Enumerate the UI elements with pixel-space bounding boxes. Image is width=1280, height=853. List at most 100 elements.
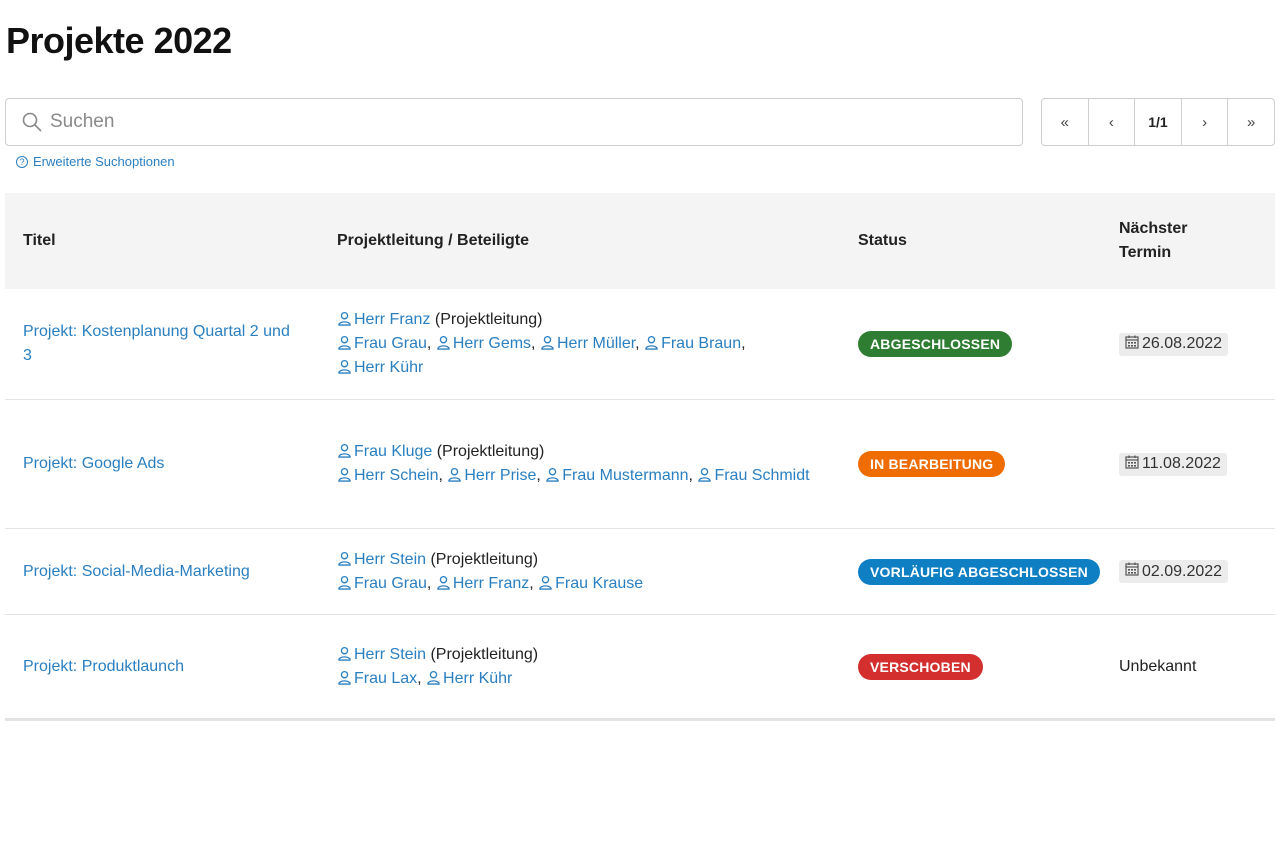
search-icon <box>22 112 42 132</box>
participant-name: Frau Krause <box>555 574 644 592</box>
cell-status: VERSCHOBEN <box>858 615 1108 718</box>
person-icon <box>337 551 354 568</box>
participant-name: Frau Lax <box>354 669 418 687</box>
participant-name: Frau Grau <box>354 335 427 352</box>
next-date: 11.08.2022 <box>1119 452 1227 476</box>
project-lead-suffix: (Projektleitung) <box>426 645 539 663</box>
person-icon <box>436 575 453 592</box>
cell-next-date: Unbekannt <box>1119 615 1269 718</box>
table-row: Projekt: Produktlaunch Herr Stein (Projek… <box>5 615 1275 719</box>
participant-link[interactable]: Frau Mustermann <box>545 467 689 484</box>
cell-next-date: 26.08.2022 <box>1119 289 1269 399</box>
person-icon <box>538 575 555 592</box>
advanced-search-link[interactable]: ? Erweiterte Suchoptionen <box>16 154 175 169</box>
person-icon <box>337 467 354 484</box>
column-header-title[interactable]: Titel <box>23 193 56 289</box>
person-icon <box>337 335 354 352</box>
table-row: Projekt: Kostenplanung Quartal 2 und 3 He… <box>5 289 1275 400</box>
participant-link[interactable]: Frau Braun <box>644 335 741 352</box>
next-date-value: 02.09.2022 <box>1142 562 1223 580</box>
prev-page-button[interactable]: ‹ <box>1089 99 1136 145</box>
participant-name: Frau Grau <box>354 574 427 592</box>
participant-link[interactable]: Herr Kühr <box>426 670 512 687</box>
cell-status: IN BEARBEITUNG <box>858 400 1108 528</box>
person-icon <box>436 335 453 352</box>
column-header-people[interactable]: Projektleitung / Beteiligte <box>337 193 529 289</box>
project-lead-link[interactable]: Herr Stein <box>337 646 426 663</box>
first-page-button[interactable]: « <box>1042 99 1089 145</box>
participant-link[interactable]: Frau Lax <box>337 670 417 687</box>
projects-table: Titel Projektleitung / Beteiligte Status… <box>5 193 1275 721</box>
last-page-button[interactable]: » <box>1228 99 1274 145</box>
person-icon <box>337 670 354 687</box>
column-header-next-date[interactable]: Nächster Termin <box>1119 193 1187 289</box>
project-title-link[interactable]: Projekt: Google Ads <box>23 452 164 476</box>
cell-title: Projekt: Produktlaunch <box>23 615 293 718</box>
column-header-status[interactable]: Status <box>858 193 907 289</box>
project-lead-suffix: (Projektleitung) <box>430 311 543 328</box>
project-lead-link[interactable]: Frau Kluge <box>337 443 432 460</box>
calendar-icon <box>1125 455 1139 474</box>
participant-link[interactable]: Herr Franz <box>436 575 529 592</box>
person-icon <box>545 467 562 484</box>
participant-name: Herr Prise <box>464 467 537 484</box>
cell-next-date: 02.09.2022 <box>1119 529 1269 614</box>
status-badge: VERSCHOBEN <box>858 653 983 680</box>
project-lead-name: Herr Franz <box>354 311 431 328</box>
table-header: Titel Projektleitung / Beteiligte Status… <box>5 193 1275 289</box>
person-icon <box>644 335 661 352</box>
participant-name: Herr Müller <box>556 335 636 352</box>
project-lead-name: Herr Stein <box>354 645 427 663</box>
table-row: Projekt: Google Ads Frau Kluge (Projektle… <box>5 400 1275 529</box>
participant-name: Frau Braun <box>661 335 742 352</box>
participant-link[interactable]: Frau Krause <box>538 575 643 592</box>
participant-link[interactable]: Herr Prise <box>447 467 536 484</box>
current-page: 1/1 <box>1135 99 1182 145</box>
participant-link[interactable]: Frau Grau <box>337 575 427 592</box>
participant-link[interactable]: Herr Schein <box>337 467 438 484</box>
cell-people: Frau Kluge (Projektleitung) Herr Schein, … <box>337 400 827 528</box>
participant-link[interactable]: Herr Müller <box>540 335 635 352</box>
participant-link[interactable]: Frau Schmidt <box>697 467 810 484</box>
search-box[interactable] <box>5 98 1023 146</box>
participant-name: Herr Schein <box>354 467 439 484</box>
cell-title: Projekt: Kostenplanung Quartal 2 und 3 <box>23 289 293 399</box>
cell-status: VORLÄUFIG ABGESCHLOSSEN <box>858 529 1108 614</box>
table-body: Projekt: Kostenplanung Quartal 2 und 3 He… <box>5 289 1275 719</box>
participant-link[interactable]: Herr Kühr <box>337 359 423 376</box>
cell-people: Herr Stein (Projektleitung) Frau Grau, He… <box>337 529 827 614</box>
page-title: Projekte 2022 <box>6 20 232 61</box>
participant-name: Herr Gems <box>452 335 532 352</box>
table-bottom-border <box>5 719 1275 721</box>
participant-link[interactable]: Herr Gems <box>436 335 531 352</box>
cell-next-date: 11.08.2022 <box>1119 400 1269 528</box>
project-lead-link[interactable]: Herr Franz <box>337 311 430 328</box>
participant-link[interactable]: Frau Grau <box>337 335 427 352</box>
status-badge: IN BEARBEITUNG <box>858 451 1006 477</box>
cell-title: Projekt: Google Ads <box>23 400 293 528</box>
project-title-link[interactable]: Projekt: Social-Media-Marketing <box>23 560 250 584</box>
people-list: Herr Stein (Projektleitung) Frau Lax, Her… <box>337 643 538 691</box>
project-title-link[interactable]: Projekt: Produktlaunch <box>23 655 184 679</box>
column-header-next-date-line1: Nächster <box>1119 220 1188 237</box>
cell-people: Herr Franz (Projektleitung) Frau Grau, He… <box>337 289 827 399</box>
person-icon <box>337 575 354 592</box>
next-date: 26.08.2022 <box>1119 332 1229 356</box>
next-page-button[interactable]: › <box>1182 99 1229 145</box>
calendar-icon <box>1125 335 1139 354</box>
next-date-value: 11.08.2022 <box>1142 455 1221 472</box>
participant-name: Herr Franz <box>452 574 530 592</box>
project-lead-suffix: (Projektleitung) <box>432 443 545 460</box>
participant-name: Frau Mustermann <box>562 467 689 484</box>
person-icon <box>447 467 464 484</box>
project-lead-suffix: (Projektleitung) <box>426 550 539 568</box>
participant-name: Frau Schmidt <box>714 467 810 484</box>
search-input[interactable] <box>50 111 1022 133</box>
project-title-link[interactable]: Projekt: Kostenplanung Quartal 2 und 3 <box>23 320 293 368</box>
status-badge: ABGESCHLOSSEN <box>858 331 1013 357</box>
person-icon <box>337 443 354 460</box>
project-lead-link[interactable]: Herr Stein <box>337 551 426 568</box>
advanced-search-label: Erweiterte Suchoptionen <box>33 154 175 169</box>
people-list: Herr Franz (Projektleitung) Frau Grau, He… <box>337 308 827 380</box>
cell-title: Projekt: Social-Media-Marketing <box>23 529 293 614</box>
